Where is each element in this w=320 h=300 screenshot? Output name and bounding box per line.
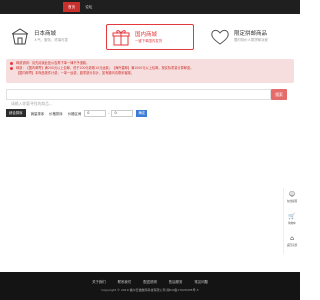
store-icon: [10, 28, 30, 46]
price-min-input[interactable]: 0: [84, 109, 107, 117]
top-navigation-bar: 首页 论坛: [0, 0, 300, 14]
footer-link-contact[interactable]: 联系我们: [118, 279, 132, 284]
back-to-top-button[interactable]: ⌂ 返回顶部: [284, 232, 300, 254]
footer-link-shipping[interactable]: 配送说明: [143, 279, 157, 284]
side-toolbar: ☺ 在线客服 🛒 购物车 ⌂ 返回顶部: [283, 188, 300, 254]
store-card-subtitle: 一键下单国内发货: [135, 39, 163, 43]
topnav-home-tab[interactable]: 首页: [63, 2, 81, 12]
top-icon: ⌂: [290, 235, 294, 242]
search-button[interactable]: 搜索: [271, 89, 287, 100]
cart-icon: 🛒: [288, 213, 296, 220]
footer-nav: 关于我们 联系我们 配送说明 售后服务 常见问题: [0, 279, 300, 284]
sort-sales-button[interactable]: 销量排序: [31, 111, 45, 116]
warning-dot-icon: [10, 67, 13, 70]
store-card-japan[interactable]: 日本商城 人气、服务、终端可靠: [6, 24, 94, 50]
footer-link-after-sales[interactable]: 售后服务: [169, 279, 183, 284]
customer-service-button[interactable]: ☺ 在线客服: [284, 188, 300, 210]
price-confirm-button[interactable]: 确定: [136, 109, 148, 117]
warning-dot-icon: [10, 62, 13, 65]
store-card-title: 限定拼邮商品: [234, 31, 268, 37]
range-separator: -: [108, 111, 110, 115]
notice-text: 【国内邮寄】本商品按件计费，一单一运费，超重部分另计，如有疑问请联系客服。: [16, 71, 134, 75]
store-card-title: 国内商城: [135, 32, 158, 38]
notice-line: 【国内邮寄】本商品按件计费，一单一运费，超重部分另计，如有疑问请联系客服。: [10, 71, 290, 76]
service-icon: ☺: [288, 191, 296, 198]
heart-icon: [210, 28, 230, 46]
store-card-subtitle: 人气、服务、终端可靠: [34, 38, 68, 42]
store-card-title: 日本商城: [34, 31, 57, 37]
topnav-forum-tab[interactable]: 论坛: [80, 2, 97, 12]
sort-default-button[interactable]: 综合排序: [6, 109, 26, 117]
shipping-notice: 邮费说明：请先阅读此处公告再下单一律不予退款。 邮费：【国内邮寄】满200元以上…: [6, 59, 294, 83]
side-label: 返回顶部: [286, 244, 298, 247]
footer-link-faq[interactable]: 常见问题: [194, 279, 208, 284]
price-range-label: 价格区间: [67, 111, 82, 116]
side-label: 在线客服: [286, 200, 298, 203]
footer: 关于我们 联系我们 配送说明 售后服务 常见问题 Copyright © 201…: [0, 272, 300, 300]
search-box: [6, 89, 271, 108]
price-max-input[interactable]: 0: [111, 109, 134, 117]
store-card-group-buy[interactable]: 限定拼邮商品 限时特价人群拼邮派家: [206, 24, 294, 50]
sort-filter-bar: 综合排序 销量排序 价格排序 价格区间 0 - 0 确定: [6, 108, 294, 118]
search-input[interactable]: [7, 99, 270, 108]
store-card-subtitle: 限时特价人群拼邮派家: [234, 38, 268, 42]
cart-button[interactable]: 🛒 购物车: [284, 210, 300, 232]
top-nav: 首页 论坛: [63, 2, 97, 12]
footer-link-about[interactable]: 关于我们: [92, 279, 106, 284]
store-card-domestic[interactable]: 国内商城 一键下单国内发货: [106, 24, 194, 50]
sort-price-button[interactable]: 价格排序: [49, 111, 63, 116]
gift-icon: [111, 29, 131, 47]
copyright-text: Copyright © 2019 福州日猫数码科技有限公司 闽ICP备17026…: [101, 288, 199, 292]
side-label: 购物车: [288, 222, 296, 225]
